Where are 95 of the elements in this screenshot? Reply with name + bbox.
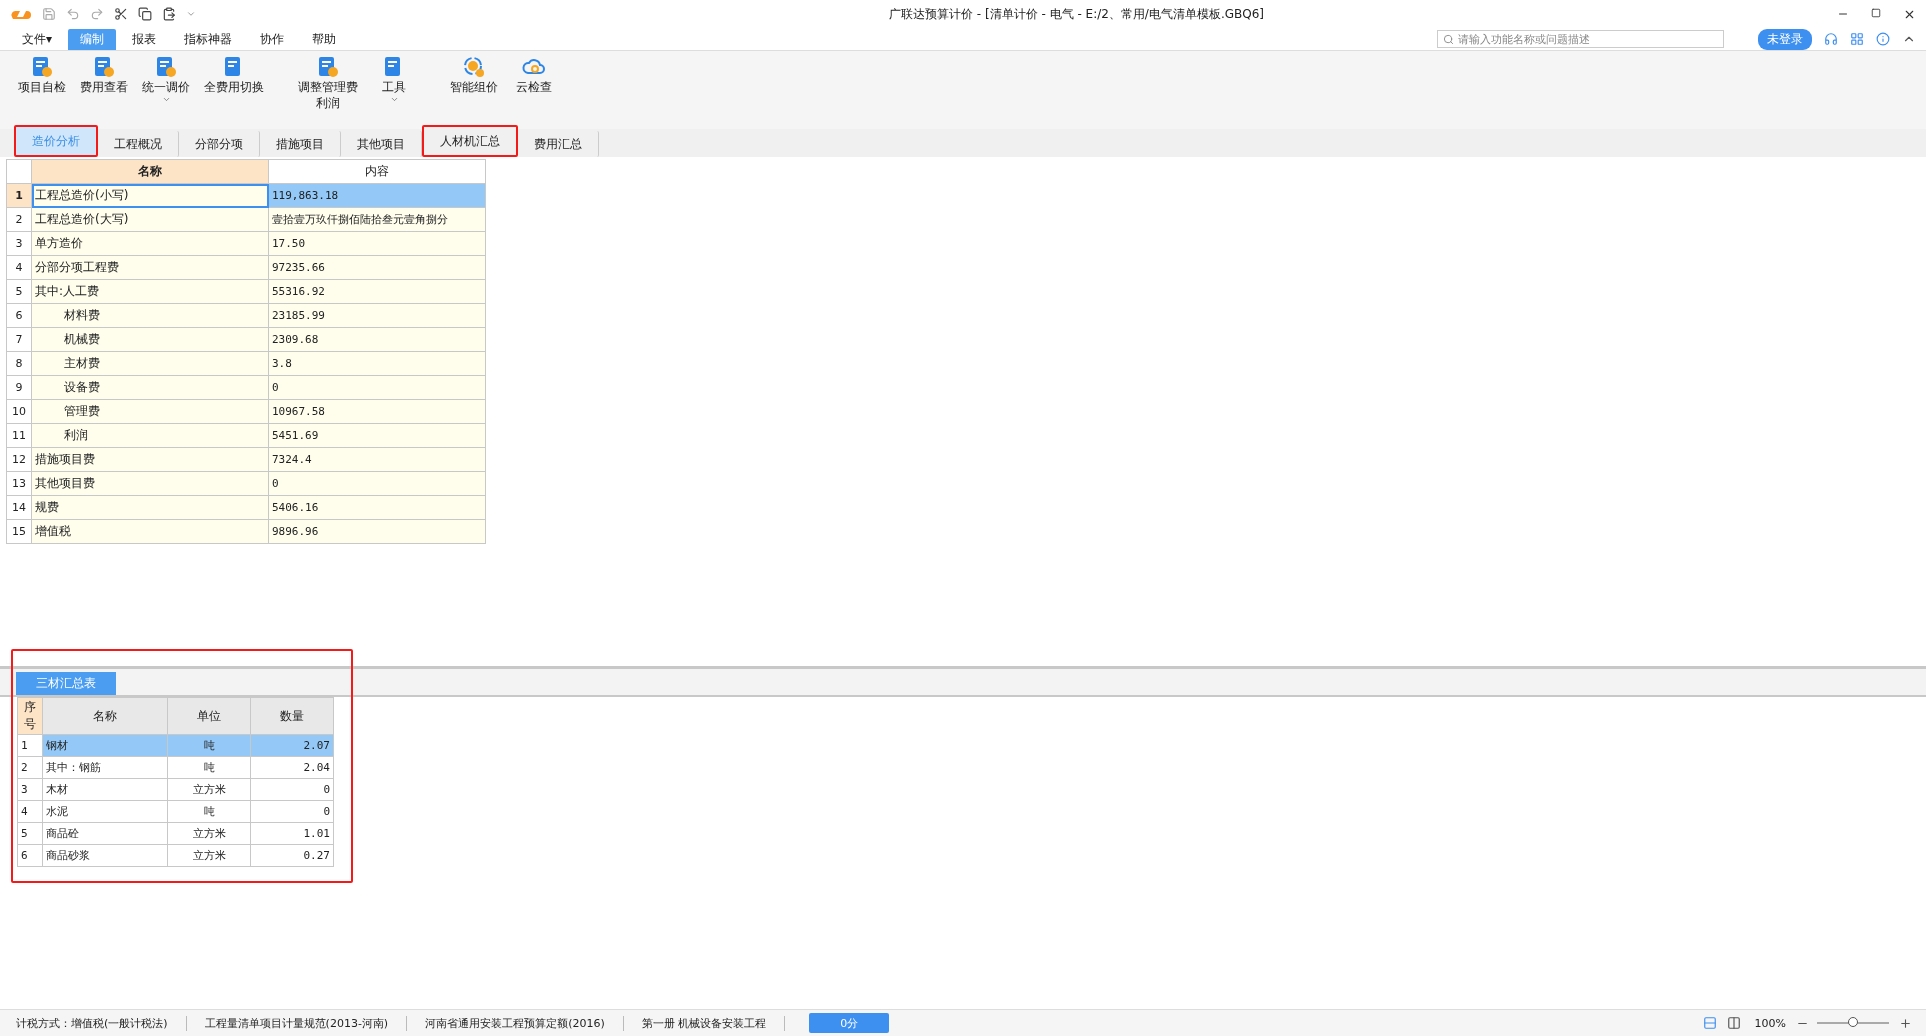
row-number: 14	[6, 495, 32, 520]
table-cell: 工程总造价(大写)	[31, 207, 269, 232]
table-cell: 利润	[31, 423, 269, 448]
toolbar-button[interactable]: 智能组价	[446, 55, 502, 104]
column-header: 单位	[167, 697, 251, 735]
paste-icon[interactable]	[162, 7, 176, 21]
toolbar-button[interactable]: 云检查	[508, 55, 560, 104]
table-cell: 0	[268, 471, 486, 496]
table-cell: 材料费	[31, 303, 269, 328]
table-cell: 5451.69	[268, 423, 486, 448]
row-number: 10	[6, 399, 32, 424]
columns-view-icon[interactable]	[1726, 1016, 1741, 1030]
status-item: 工程量清单项目计量规范(2013-河南)	[186, 1015, 408, 1031]
toolbar-button[interactable]: 项目自检	[14, 55, 70, 104]
table-cell: 2309.68	[268, 327, 486, 352]
table-cell: 3	[17, 778, 43, 801]
table-cell: 设备费	[31, 375, 269, 400]
column-header: 名称	[31, 159, 269, 184]
table-cell: 23185.99	[268, 303, 486, 328]
table-cell: 4	[17, 800, 43, 823]
grid-icon[interactable]	[1850, 32, 1864, 46]
window-title: 广联达预算计价 - [清单计价 - 电气 - E:/2、常用/电气清单模板.GBQ6]	[888, 5, 1265, 23]
caret-icon	[161, 95, 171, 104]
table-cell: 规费	[31, 495, 269, 520]
table-cell: 主材费	[31, 351, 269, 376]
column-header: 序号	[17, 697, 43, 735]
table-cell: 增值税	[31, 519, 269, 544]
menu-item[interactable]: 文件▾	[10, 28, 65, 50]
table-cell: 6	[17, 844, 43, 867]
row-number: 15	[6, 519, 32, 544]
row-number: 12	[6, 447, 32, 472]
table-cell: 单方造价	[31, 231, 269, 256]
row-number: 1	[6, 183, 32, 208]
row-number: 4	[6, 255, 32, 280]
save-icon[interactable]	[42, 7, 56, 21]
toolbar-button[interactable]: 费用查看	[76, 55, 132, 104]
row-number: 6	[6, 303, 32, 328]
corner-cell	[6, 159, 32, 184]
toolbar-button[interactable]: 调整管理费 利润	[294, 55, 362, 120]
table-cell: 2	[17, 756, 43, 779]
table-cell: 分部分项工程费	[31, 255, 269, 280]
table-cell: 9896.96	[268, 519, 486, 544]
caret-icon	[389, 95, 399, 104]
column-header: 内容	[268, 159, 486, 184]
search-field[interactable]: 请输入功能名称或问题描述	[1437, 30, 1724, 48]
row-number: 5	[6, 279, 32, 304]
row-number: 7	[6, 327, 32, 352]
table-cell: 55316.92	[268, 279, 486, 304]
table-cell: 10967.58	[268, 399, 486, 424]
toolbar-button[interactable]: 统一调价	[138, 55, 194, 104]
toolbar-button[interactable]: 工具	[368, 55, 420, 104]
headset-icon[interactable]	[1824, 32, 1838, 46]
menu-item[interactable]: 帮助	[300, 28, 349, 50]
info-icon[interactable]	[1876, 32, 1890, 46]
row-number: 9	[6, 375, 32, 400]
table-cell: 119,863.18	[268, 183, 486, 208]
table-cell: 3.8	[268, 351, 486, 376]
table-cell: 5	[17, 822, 43, 845]
menu-item[interactable]: 报表	[120, 28, 169, 50]
status-item: 第一册 机械设备安装工程	[623, 1015, 786, 1031]
undo-icon[interactable]	[66, 7, 80, 21]
table-cell: 机械费	[31, 327, 269, 352]
status-item: 河南省通用安装工程预算定额(2016)	[407, 1015, 624, 1031]
table-cell: 7324.4	[268, 447, 486, 472]
cut-icon[interactable]	[114, 7, 128, 21]
table-cell: 管理费	[31, 399, 269, 424]
column-header: 名称	[42, 697, 168, 735]
table-cell: 17.50	[268, 231, 486, 256]
menu-item[interactable]: 指标神器	[172, 28, 245, 50]
zoom-percent: 100%	[1754, 1016, 1786, 1030]
row-number: 13	[6, 471, 32, 496]
row-number: 11	[6, 423, 32, 448]
table-cell: 壹拾壹万玖仟捌佰陆拾叁元壹角捌分	[268, 207, 486, 232]
tab[interactable]: 人材机汇总	[422, 125, 518, 157]
status-item: 计税方式：增值税(一般计税法)	[14, 1015, 187, 1031]
table-cell: 工程总造价(小写)	[31, 183, 269, 208]
slider-thumb[interactable]	[1848, 1017, 1858, 1027]
table-cell: 1	[17, 734, 43, 757]
table-cell: 其他项目费	[31, 471, 269, 496]
row-number: 8	[6, 351, 32, 376]
column-header: 数量	[250, 697, 334, 735]
copy-icon[interactable]	[138, 7, 152, 21]
table-cell: 0	[268, 375, 486, 400]
table-cell: 5406.16	[268, 495, 486, 520]
zoom-in-icon[interactable]	[1899, 1016, 1912, 1030]
redo-icon[interactable]	[90, 7, 104, 21]
table-cell: 措施项目费	[31, 447, 269, 472]
rows-view-icon[interactable]	[1702, 1016, 1717, 1030]
row-number: 3	[6, 231, 32, 256]
menu-item[interactable]: 协作	[248, 28, 297, 50]
table-cell: 其中:人工费	[31, 279, 269, 304]
toolbar-button[interactable]: 全费用切换	[200, 55, 268, 104]
table-cell: 97235.66	[268, 255, 486, 280]
row-number: 2	[6, 207, 32, 232]
search-icon	[1443, 33, 1454, 45]
